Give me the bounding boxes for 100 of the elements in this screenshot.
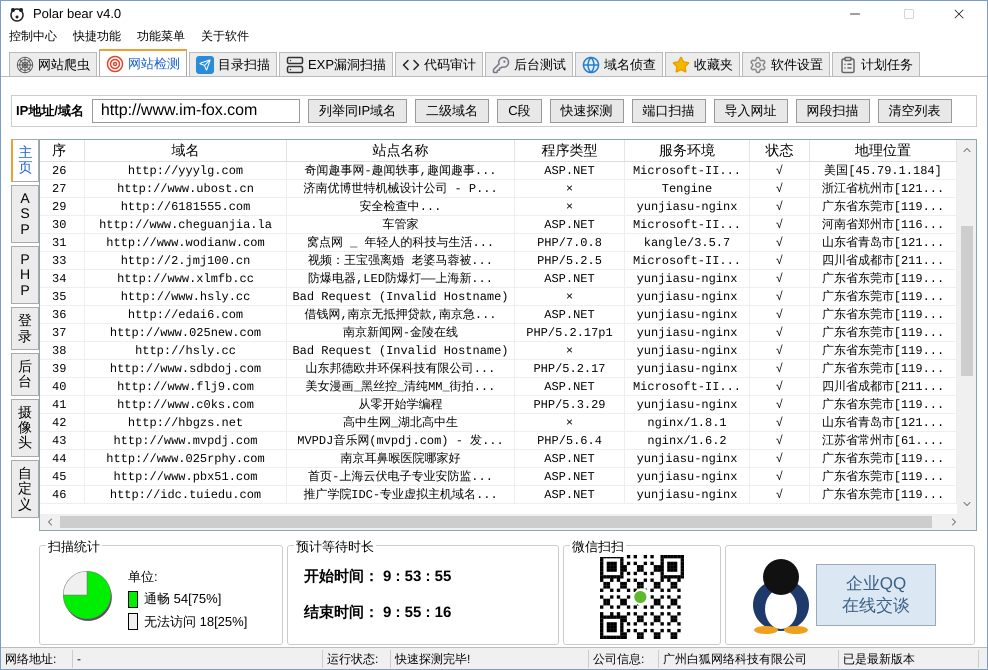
table-cell: √ — [750, 360, 810, 377]
column-header[interactable]: 程序类型 — [515, 140, 625, 161]
tab[interactable]: 网站爬虫 — [9, 52, 97, 76]
table-cell: yunjiasu-nginx — [625, 396, 750, 413]
table-cell: 37 — [40, 324, 85, 341]
table-cell: http://idc.tuiedu.com — [85, 486, 287, 503]
table-cell: nginx/1.8.1 — [625, 414, 750, 431]
table-cell: 34 — [40, 270, 85, 287]
table-cell: ASP.NET — [515, 468, 625, 485]
side-tab[interactable]: 登录 — [11, 307, 39, 350]
tab[interactable]: EXP漏洞扫描 — [279, 52, 394, 76]
menu-item[interactable]: 功能菜单 — [137, 27, 185, 45]
toolbar-button[interactable]: 端口扫描 — [632, 99, 706, 123]
table-cell: 40 — [40, 378, 85, 395]
table-cell: √ — [750, 432, 810, 449]
table-cell: √ — [750, 162, 810, 179]
table-cell: yunjiasu-nginx — [625, 324, 750, 341]
tab[interactable]: 代码审计 — [395, 52, 484, 76]
tab[interactable]: 软件设置 — [742, 52, 830, 76]
qq-chat-button[interactable]: 企业QQ 在线交谈 — [816, 564, 936, 626]
scrollbar-thumb[interactable] — [60, 516, 932, 528]
table-cell: Microsoft-II... — [625, 252, 750, 269]
side-tab[interactable]: 主页 — [11, 139, 39, 182]
paper-plane-icon — [196, 56, 214, 74]
table-cell: http://2.jmj100.cn — [85, 252, 287, 269]
table-cell: 39 — [40, 360, 85, 377]
toolbar-button[interactable]: 二级域名 — [415, 99, 490, 123]
table-cell: PHP/5.2.17p1 — [515, 324, 625, 341]
toolbar-button[interactable]: 清空列表 — [878, 99, 952, 123]
table-cell: Tengine — [625, 180, 750, 197]
table-cell: 41 — [40, 396, 85, 413]
side-tab[interactable]: PHP — [11, 246, 39, 304]
toolbar-button[interactable]: 导入网址 — [714, 99, 788, 123]
column-header[interactable]: 序 — [40, 140, 85, 161]
table-cell: http://www.025new.com — [85, 324, 287, 341]
table-cell: 南京新闻网-金陵在线 — [287, 324, 515, 341]
table-cell: yunjiasu-nginx — [625, 306, 750, 323]
toolbar-button[interactable]: C段 — [497, 99, 542, 123]
table-cell: http://hsly.cc — [85, 342, 287, 359]
table-cell: http://www.hsly.cc — [85, 288, 287, 305]
status-text: 已是最新版本 — [839, 650, 979, 668]
table-cell: √ — [750, 180, 810, 197]
table-cell: √ — [750, 378, 810, 395]
table-cell: ASP.NET — [515, 450, 625, 467]
spider-web-icon — [16, 56, 34, 74]
scrollbar-thumb[interactable] — [960, 226, 972, 376]
side-tab[interactable]: 自定义 — [11, 460, 39, 518]
tab[interactable]: 计划任务 — [832, 52, 920, 76]
table-cell: yunjiasu-nginx — [625, 468, 750, 485]
clipboard-icon — [839, 56, 858, 74]
column-header[interactable]: 域名 — [85, 140, 287, 161]
table-cell: 济南优博世特机械设计公司 - P... — [287, 180, 515, 197]
table-cell: 33 — [40, 252, 85, 269]
menu-item[interactable]: 关于软件 — [201, 27, 249, 45]
table-cell: × — [515, 180, 625, 197]
toolbar-button[interactable]: 网段扫描 — [796, 99, 870, 123]
toolbar-button[interactable]: 快速探测 — [550, 99, 624, 123]
table-cell: √ — [750, 252, 810, 269]
table-cell: PHP/5.3.29 — [515, 396, 625, 413]
column-header[interactable]: 服务环境 — [625, 140, 750, 161]
table-cell: 奇闻趣事网-趣闻轶事,趣闻趣事... — [287, 162, 515, 179]
settings-icon — [749, 56, 768, 74]
tab[interactable]: 后台测试 — [485, 52, 574, 76]
table-cell: 45 — [40, 468, 85, 485]
table-cell: PHP/7.0.8 — [515, 234, 625, 251]
url-field[interactable]: http://www.im-fox.com — [92, 99, 300, 123]
column-header[interactable]: 站点名称 — [287, 140, 515, 161]
table-cell: √ — [750, 468, 810, 485]
unit-label: 单位: — [128, 568, 159, 586]
column-header[interactable]: 状态 — [750, 140, 810, 161]
time-value: 9 : 55 : 16 — [383, 603, 452, 623]
table-cell: 视频：王宝强离婚 老婆马蓉被... — [287, 252, 515, 269]
table-cell: http://edai6.com — [85, 306, 287, 323]
table-cell: 首页-上海云伏电子专业安防监... — [287, 468, 515, 485]
table-cell: nginx/1.6.2 — [625, 432, 750, 449]
bear-icon — [9, 6, 25, 22]
tab[interactable]: 目录扫描 — [189, 52, 277, 76]
table-cell: http://www.pbx51.com — [85, 468, 287, 485]
side-tab[interactable]: ASP — [11, 184, 39, 243]
side-tab[interactable]: 后台 — [11, 352, 39, 396]
table-cell: × — [515, 198, 625, 215]
menu-item[interactable]: 快捷功能 — [73, 27, 121, 45]
table-cell: × — [515, 288, 625, 305]
table-cell: 46 — [40, 486, 85, 503]
table-cell: × — [515, 414, 625, 431]
target-icon — [106, 54, 124, 72]
menu-item[interactable]: 控制中心 — [9, 27, 57, 45]
toolbar-button[interactable]: 列举同IP域名 — [308, 99, 408, 123]
table-cell: 42 — [40, 414, 85, 431]
tab[interactable]: 网站检测 — [99, 49, 187, 76]
table-cell: PHP/5.6.4 — [515, 432, 625, 449]
tab[interactable]: 收藏夹 — [665, 52, 740, 76]
tab[interactable]: 域名侦查 — [575, 52, 664, 76]
table-cell: kangle/3.5.7 — [625, 234, 750, 251]
table-cell: PHP/5.2.5 — [515, 252, 625, 269]
status-text: 运行状态: — [323, 650, 391, 668]
side-tab[interactable]: 摄像头 — [11, 398, 39, 457]
status-text: 广州白狐网络科技有限公司 — [659, 650, 839, 668]
table-cell: http://www.cheguanjia.la — [85, 216, 287, 233]
table-cell: ASP.NET — [515, 162, 625, 179]
